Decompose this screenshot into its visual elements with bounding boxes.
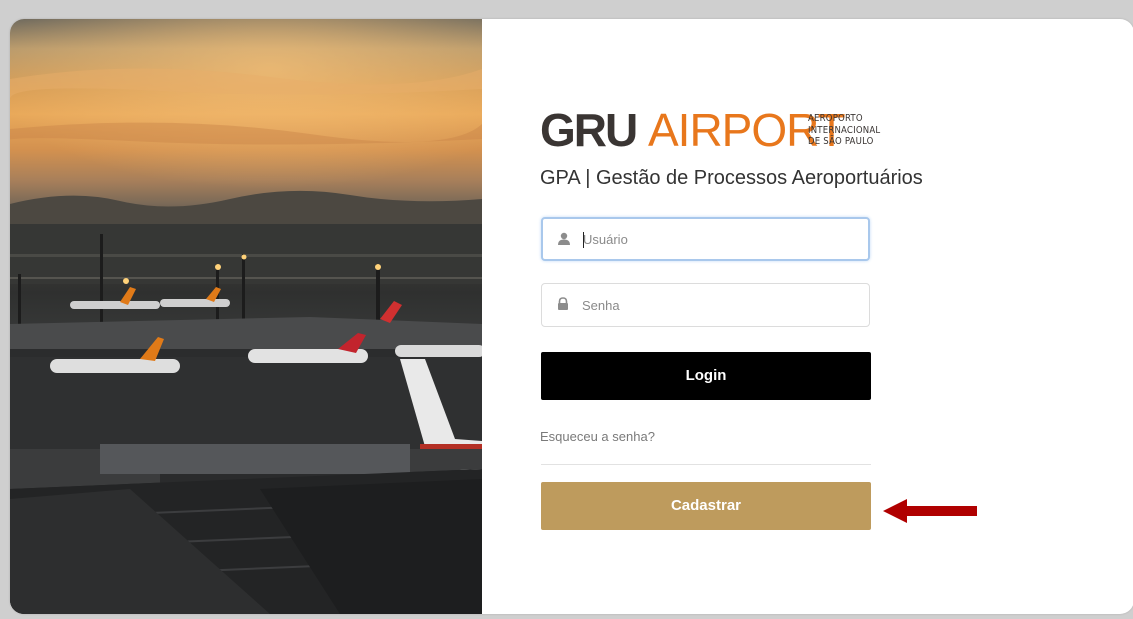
app-title: GPA | Gestão de Processos Aeroportuários xyxy=(540,167,923,189)
red-arrow-icon xyxy=(883,499,977,523)
login-card: GRU AIRPORT AEROPORTO INTERNACIONAL DE S… xyxy=(10,19,1133,614)
gru-airport-logo: GRU AIRPORT AEROPORTO INTERNACIONAL DE S… xyxy=(540,107,920,153)
password-field[interactable] xyxy=(541,283,870,327)
username-field[interactable] xyxy=(541,217,870,261)
logo-subtitle-line: INTERNACIONAL xyxy=(808,124,881,136)
username-input[interactable] xyxy=(583,219,853,259)
airport-photo-illustration xyxy=(10,19,482,614)
password-input[interactable] xyxy=(582,284,852,326)
divider xyxy=(541,464,871,465)
logo-brand-bold: GRU xyxy=(540,104,638,156)
user-icon xyxy=(558,232,570,245)
register-button[interactable]: Cadastrar xyxy=(541,482,871,530)
login-button[interactable]: Login xyxy=(541,352,871,400)
forgot-password-link[interactable]: Esqueceu a senha? xyxy=(540,429,655,444)
airport-photo xyxy=(10,19,482,614)
logo-subtitle-line: AEROPORTO xyxy=(808,113,863,124)
logo-subtitle: AEROPORTO INTERNACIONAL DE SÃO PAULO xyxy=(808,113,918,148)
logo-subtitle-line: DE SÃO PAULO xyxy=(808,136,874,147)
lock-icon xyxy=(558,297,568,310)
